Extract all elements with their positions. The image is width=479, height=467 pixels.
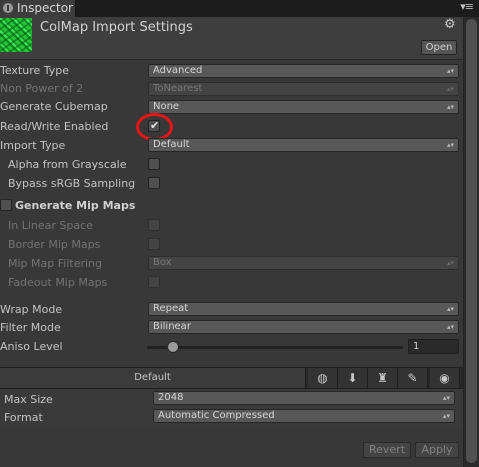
generate-cubemap-value: None [153,101,180,112]
format-value: Automatic Compressed [158,410,275,421]
revert-button[interactable]: Revert [363,442,411,458]
in-linear-space-checkbox [148,219,160,231]
import-type-value: Default [153,139,190,150]
non-power-of-2-dropdown: ToNearest ▴▾ [148,82,459,96]
texture-type-label: Texture Type [0,64,70,77]
updown-arrow-icon: ▴▾ [446,305,454,313]
non-power-of-2-label: Non Power of 2 [0,82,84,95]
generate-mip-maps-label: Generate Mip Maps [15,199,136,212]
download-icon[interactable]: ⬇ [338,368,368,388]
updown-arrow-icon: ▴▾ [446,259,454,267]
fadeout-mip-maps-checkbox [148,276,160,288]
tab-default-platform[interactable]: Default [0,368,306,388]
tab-label: Inspector [17,1,73,15]
max-size-dropdown[interactable]: 2048 ▴▾ [153,391,455,405]
updown-arrow-icon: ▴▾ [446,323,454,331]
in-linear-space-label: In Linear Space [8,219,93,232]
max-size-label: Max Size [4,393,53,406]
bypass-srgb-checkbox[interactable] [148,177,160,189]
apply-button[interactable]: Apply [415,442,459,458]
android-icon[interactable]: ♜ [368,368,398,388]
alpha-from-grayscale-checkbox[interactable] [148,158,160,170]
updown-arrow-icon: ▴▾ [442,394,450,402]
import-type-label: Import Type [0,139,66,152]
bypass-srgb-label: Bypass sRGB Sampling [8,177,136,190]
camera-icon[interactable]: ◉ [430,368,460,388]
tab-menu-icon[interactable]: ▾≡ [460,0,474,13]
open-button[interactable]: Open [421,40,457,55]
updown-arrow-icon: ▴▾ [446,67,454,75]
wrap-mode-value: Repeat [153,303,189,314]
fadeout-mip-maps-label: Fadeout Mip Maps [8,276,108,289]
generate-cubemap-dropdown[interactable]: None ▴▾ [148,100,459,114]
updown-arrow-icon: ▴▾ [446,141,454,149]
updown-arrow-icon: ▴▾ [446,103,454,111]
highlight-circle [136,113,173,141]
gear-icon[interactable]: ⚙ [444,17,456,32]
wrap-mode-label: Wrap Mode [0,303,63,316]
generate-mip-maps-checkbox[interactable] [0,199,12,211]
tab-inspector[interactable]: Inspector [0,0,76,17]
texture-type-value: Advanced [153,65,203,76]
scrollbar-thumb[interactable] [466,19,477,463]
aniso-slider-track[interactable] [147,346,403,349]
page-title: ColMap Import Settings [40,20,193,35]
import-type-dropdown[interactable]: Default ▴▾ [148,138,459,152]
info-icon [3,3,13,13]
mip-map-filtering-label: Mip Map Filtering [8,257,102,270]
updown-arrow-icon: ▴▾ [442,412,450,420]
read-write-label: Read/Write Enabled [0,120,109,133]
non-power-of-2-value: ToNearest [153,83,203,94]
border-mip-maps-checkbox [148,238,160,250]
mip-map-filtering-value: Box [153,257,172,268]
format-label: Format [4,411,43,424]
generate-cubemap-label: Generate Cubemap [0,100,108,113]
pencil-icon[interactable]: ✎ [398,368,428,388]
wrap-mode-dropdown[interactable]: Repeat ▴▾ [148,302,459,316]
max-size-value: 2048 [158,392,184,403]
texture-thumbnail [0,18,32,52]
filter-mode-label: Filter Mode [0,321,61,334]
aniso-level-label: Aniso Level [0,340,63,353]
filter-mode-value: Bilinear [153,321,191,332]
format-dropdown[interactable]: Automatic Compressed ▴▾ [153,409,455,423]
mip-map-filtering-dropdown: Box ▴▾ [148,256,459,270]
border-mip-maps-label: Border Mip Maps [8,238,101,251]
alpha-from-grayscale-label: Alpha from Grayscale [8,158,127,171]
texture-type-dropdown[interactable]: Advanced ▴▾ [148,64,459,78]
aniso-level-field[interactable]: 1 [408,339,459,354]
globe-icon[interactable]: ◍ [308,368,338,388]
aniso-slider-knob[interactable] [166,341,179,353]
filter-mode-dropdown[interactable]: Bilinear ▴▾ [148,320,459,334]
updown-arrow-icon: ▴▾ [446,85,454,93]
